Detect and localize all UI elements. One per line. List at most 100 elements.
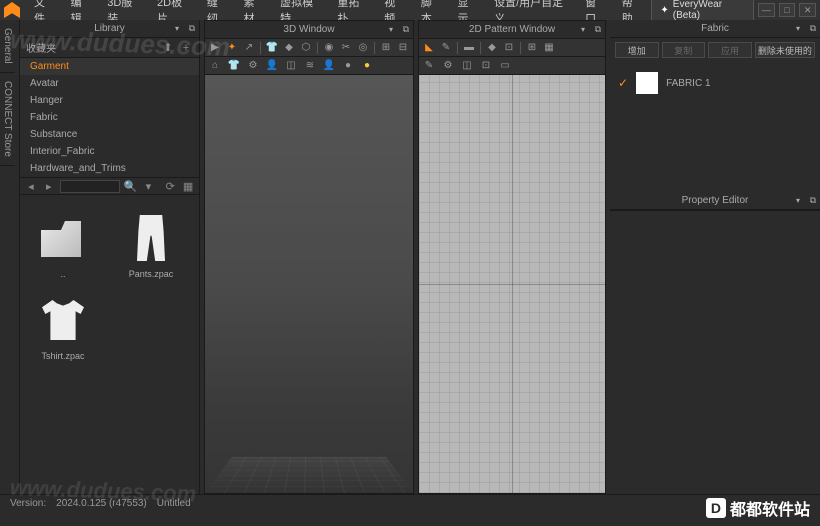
tool-icon[interactable]: ◫: [460, 59, 474, 73]
pen-icon[interactable]: ✎: [439, 41, 453, 55]
fabric-add-button[interactable]: 增加: [615, 42, 659, 58]
close-button[interactable]: ✕: [799, 3, 816, 17]
viewport-3d: 3D Window ▾ ⧉ ▶ ✦ ↗ 👕 ◆ ⬡ ◉ ✂ ◎: [204, 20, 414, 494]
tree-interior[interactable]: Interior_Fabric: [20, 143, 199, 160]
tool-icon[interactable]: ◆: [485, 41, 499, 55]
triangle-icon[interactable]: ◣: [422, 41, 436, 55]
tool-icon[interactable]: ⊟: [396, 41, 410, 55]
2d-header[interactable]: 2D Pattern Window ▾ ⧉: [419, 21, 605, 39]
light-icon[interactable]: ●: [360, 59, 374, 73]
popout-icon[interactable]: ⧉: [810, 195, 816, 206]
popout-icon[interactable]: ⧉: [403, 24, 409, 35]
shirt-tool-icon[interactable]: 👕: [265, 41, 279, 55]
property-editor-header[interactable]: Property Editor ▾ ⧉: [610, 192, 820, 210]
popout-icon[interactable]: ⧉: [595, 24, 601, 35]
sim-icon[interactable]: ▶: [208, 41, 222, 55]
upload-icon[interactable]: ⬆: [161, 41, 175, 55]
tool-icon[interactable]: ⊡: [502, 41, 516, 55]
fabric-copy-button[interactable]: 复制: [662, 42, 706, 58]
pen-icon[interactable]: ✎: [422, 59, 436, 73]
vtab-general[interactable]: General: [0, 20, 15, 73]
fabric-name: FABRIC 1: [666, 78, 710, 89]
add-icon[interactable]: +: [179, 41, 193, 55]
home-icon[interactable]: ⌂: [208, 59, 222, 73]
search-icon[interactable]: 🔍: [124, 179, 138, 193]
tree-avatar[interactable]: Avatar: [20, 75, 199, 92]
fabric-header[interactable]: Fabric ▾ ⧉: [610, 20, 820, 38]
fwd-icon[interactable]: ▸: [42, 179, 56, 193]
thumb-label: Tshirt.zpac: [41, 351, 84, 361]
arrow-icon[interactable]: ↗: [242, 41, 256, 55]
tree-hanger[interactable]: Hanger: [20, 92, 199, 109]
library-tree: Garment Avatar Hanger Fabric Substance I…: [20, 58, 199, 177]
chevron-down-icon[interactable]: ▾: [175, 24, 179, 33]
search-input[interactable]: [60, 180, 120, 193]
vtab-connect[interactable]: CONNECT Store: [0, 73, 15, 166]
folder-icon[interactable]: ▬: [462, 41, 476, 55]
2d-toolbar-2: ✎ ⚙ ◫ ⊡ ▭: [419, 57, 605, 75]
popout-icon[interactable]: ⧉: [810, 23, 816, 34]
thumb-parent-folder[interactable]: ..: [28, 215, 98, 279]
tool-icon[interactable]: ⊡: [479, 59, 493, 73]
library-header[interactable]: Library ▾ ⧉: [20, 20, 199, 38]
cube-icon[interactable]: ◫: [284, 59, 298, 73]
thumb-tshirt[interactable]: Tshirt.zpac: [28, 297, 98, 361]
fabric-title: Fabric: [701, 23, 729, 34]
tree-garment[interactable]: Garment: [20, 58, 199, 75]
chevron-down-icon[interactable]: ▾: [796, 196, 800, 205]
2d-viewport[interactable]: [419, 75, 605, 493]
head-icon[interactable]: ●: [341, 59, 355, 73]
tool-icon[interactable]: ⊞: [525, 41, 539, 55]
floor-grid: [205, 457, 413, 493]
tree-fabric[interactable]: Fabric: [20, 109, 199, 126]
3d-header[interactable]: 3D Window ▾ ⧉: [205, 21, 413, 39]
3d-viewport[interactable]: [205, 75, 413, 493]
tool-icon[interactable]: ⊞: [379, 41, 393, 55]
wind-icon[interactable]: ≋: [303, 59, 317, 73]
select-icon[interactable]: ✦: [225, 41, 239, 55]
tool-icon[interactable]: ⬡: [299, 41, 313, 55]
refresh-icon[interactable]: ⟳: [163, 179, 177, 193]
back-icon[interactable]: ◂: [24, 179, 38, 193]
vertical-tabs: General CONNECT Store: [0, 20, 20, 494]
library-title: Library: [94, 23, 125, 34]
folder-icon: [41, 221, 81, 257]
workspace: General CONNECT Store Library ▾ ⧉ 收藏夹 ⬆ …: [0, 20, 820, 494]
tool-icon[interactable]: ✂: [339, 41, 353, 55]
tool-icon[interactable]: ▭: [498, 59, 512, 73]
person-icon[interactable]: 👤: [322, 59, 336, 73]
chevron-down-icon[interactable]: ▾: [581, 25, 585, 34]
tree-hardware[interactable]: Hardware_and_Trims: [20, 160, 199, 177]
tree-substance[interactable]: Substance: [20, 126, 199, 143]
brand-logo: 都都软件站: [706, 496, 810, 520]
fabric-delete-button[interactable]: 删除未使用的: [755, 42, 815, 58]
chevron-down-icon[interactable]: ▾: [796, 24, 800, 33]
statusbar: Version: 2024.0.125 (r47553) Untitled: [0, 494, 820, 512]
thumb-pants[interactable]: Pants.zpac: [116, 215, 186, 279]
shirt-icon[interactable]: 👕: [227, 59, 241, 73]
thumbnails: .. Pants.zpac Tshirt.zpac: [20, 195, 199, 494]
chevron-down-icon[interactable]: ▾: [141, 179, 155, 193]
avatar-icon[interactable]: 👤: [265, 59, 279, 73]
fabric-swatch[interactable]: [636, 72, 658, 94]
fabric-apply-button[interactable]: 应用: [708, 42, 752, 58]
minimize-button[interactable]: —: [758, 3, 775, 17]
viewport-2d: 2D Pattern Window ▾ ⧉ ◣ ✎ ▬ ◆ ⊡ ⊞ ▦: [418, 20, 606, 494]
favorites-header: 收藏夹 ⬆ +: [20, 38, 199, 58]
popout-icon[interactable]: ⧉: [189, 23, 195, 34]
version-value: 2024.0.125 (r47553): [56, 498, 147, 509]
fabric-buttons: 增加 复制 应用 删除未使用的: [610, 38, 820, 62]
gear-icon[interactable]: ⚙: [246, 59, 260, 73]
tool-icon[interactable]: ◆: [282, 41, 296, 55]
favorites-label: 收藏夹: [26, 40, 56, 55]
grid-icon[interactable]: ▦: [181, 179, 195, 193]
tool-icon[interactable]: ◉: [322, 41, 336, 55]
maximize-button[interactable]: □: [779, 3, 796, 17]
fabric-item[interactable]: ✓ FABRIC 1: [618, 70, 812, 96]
tool-icon[interactable]: ◎: [356, 41, 370, 55]
version-label: Version:: [10, 498, 46, 509]
tool-icon[interactable]: ▦: [542, 41, 556, 55]
gear-icon[interactable]: ⚙: [441, 59, 455, 73]
app-logo-icon: [4, 2, 19, 18]
chevron-down-icon[interactable]: ▾: [389, 25, 393, 34]
